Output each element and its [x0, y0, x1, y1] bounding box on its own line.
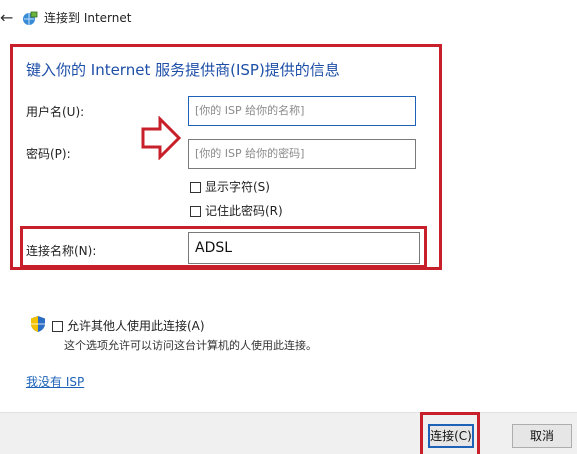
- sharing-description: 这个选项允许可以访问这台计算机的人使用此连接。: [64, 339, 317, 352]
- allow-others-label: 允许其他人使用此连接(A): [67, 319, 205, 333]
- window-title: 连接到 Internet: [44, 11, 132, 25]
- annotation-arrow-icon: [141, 116, 182, 160]
- allow-others-checkbox[interactable]: 允许其他人使用此连接(A): [52, 318, 205, 334]
- checkbox-box[interactable]: [190, 205, 201, 217]
- password-label: 密码(P):: [26, 147, 71, 161]
- connection-name-label: 连接名称(N):: [26, 244, 97, 258]
- remember-password-checkbox[interactable]: 记住此密码(R): [190, 203, 283, 219]
- remember-password-label: 记住此密码(R): [205, 204, 283, 218]
- internet-connection-icon: [23, 11, 38, 25]
- checkbox-box[interactable]: [190, 181, 201, 193]
- show-chars-checkbox[interactable]: 显示字符(S): [190, 179, 270, 195]
- back-arrow-icon[interactable]: ←: [0, 8, 14, 28]
- cancel-button[interactable]: 取消: [512, 424, 572, 448]
- checkbox-box[interactable]: [52, 320, 63, 332]
- username-input[interactable]: [你的 ISP 给你的名称]: [188, 96, 416, 126]
- form-heading: 键入你的 Internet 服务提供商(ISP)提供的信息: [26, 61, 340, 79]
- connection-name-input[interactable]: ADSL: [188, 232, 420, 264]
- password-input[interactable]: [你的 ISP 给你的密码]: [188, 139, 416, 169]
- dialog-footer: [0, 412, 577, 454]
- no-isp-link[interactable]: 我没有 ISP: [26, 373, 84, 390]
- show-chars-label: 显示字符(S): [205, 180, 270, 194]
- uac-shield-icon: [31, 316, 45, 332]
- username-label: 用户名(U):: [26, 105, 85, 119]
- annotation-box-connect: [420, 412, 480, 454]
